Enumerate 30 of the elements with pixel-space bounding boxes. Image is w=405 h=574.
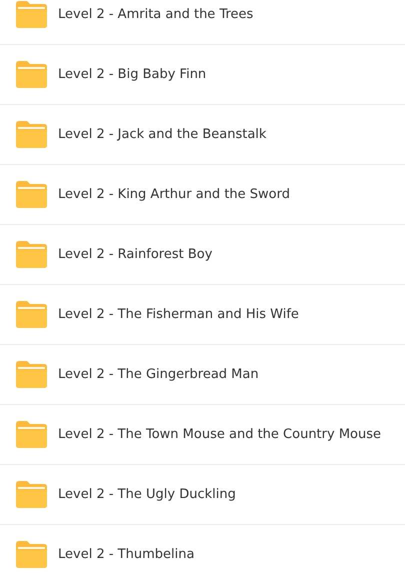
- folder-name: Level 2 - The Fisherman and His Wife: [58, 307, 299, 322]
- folder-name: Level 2 - Big Baby Finn: [58, 67, 206, 82]
- folder-icon: [16, 241, 47, 268]
- folder-name: Level 2 - Amrita and the Trees: [58, 7, 254, 22]
- folder-row[interactable]: Level 2 - The Gingerbread Man: [0, 345, 405, 405]
- folder-name: Level 2 - Thumbelina: [58, 547, 194, 562]
- folder-row[interactable]: Level 2 - Jack and the Beanstalk: [0, 105, 405, 165]
- folder-icon: [16, 61, 47, 88]
- folder-row[interactable]: Level 2 - Thumbelina: [0, 525, 405, 574]
- folder-name: Level 2 - Rainforest Boy: [58, 247, 212, 262]
- folder-icon: [16, 481, 47, 508]
- folder-icon: [16, 541, 47, 568]
- folder-row[interactable]: Level 2 - The Town Mouse and the Country Mouse: [0, 405, 405, 465]
- folder-row[interactable]: Level 2 - The Ugly Duckling: [0, 465, 405, 525]
- folder-name: Level 2 - The Town Mouse and the Country Mouse: [58, 427, 382, 442]
- folder-name: Level 2 - The Ugly Duckling: [58, 487, 236, 502]
- folder-row[interactable]: Level 2 - Rainforest Boy: [0, 225, 405, 285]
- folder-row[interactable]: Level 2 - The Fisherman and His Wife: [0, 285, 405, 345]
- folder-icon: [16, 361, 47, 388]
- folder-icon: [16, 421, 47, 448]
- folder-name: Level 2 - King Arthur and the Sword: [58, 187, 290, 202]
- folder-row[interactable]: Level 2 - Big Baby Finn: [0, 45, 405, 105]
- folder-row[interactable]: Level 2 - King Arthur and the Sword: [0, 165, 405, 225]
- folder-icon: [16, 301, 47, 328]
- folder-row[interactable]: Level 2 - Amrita and the Trees: [0, 0, 405, 45]
- folder-icon: [16, 121, 47, 148]
- folder-icon: [16, 181, 47, 208]
- folder-name: Level 2 - Jack and the Beanstalk: [58, 127, 266, 142]
- folder-name: Level 2 - The Gingerbread Man: [58, 367, 259, 382]
- folder-icon: [16, 1, 47, 28]
